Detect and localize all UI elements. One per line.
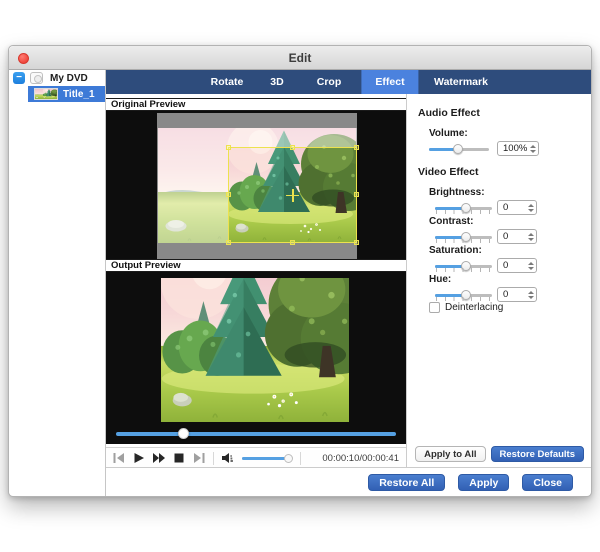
video-effect-heading: Video Effect xyxy=(418,166,479,178)
time-display: 00:00:10/00:00:41 xyxy=(322,452,399,464)
crop-handle-se[interactable] xyxy=(354,240,359,245)
deinterlacing-label: Deinterlacing xyxy=(445,302,504,313)
restore-defaults-button[interactable]: Restore Defaults xyxy=(490,446,584,462)
original-preview-area xyxy=(106,111,406,259)
transport-divider xyxy=(213,451,214,465)
stop-icon[interactable] xyxy=(173,453,185,463)
transport-divider xyxy=(300,451,301,465)
tab-3d[interactable]: 3D xyxy=(256,70,297,94)
volume-slider-thumb[interactable] xyxy=(453,144,463,154)
dvd-disc-icon xyxy=(30,72,43,84)
next-frame-icon[interactable] xyxy=(193,453,205,463)
brightness-label: Brightness: xyxy=(429,187,485,198)
previous-frame-icon[interactable] xyxy=(113,453,125,463)
dialog-button-bar: Restore All Apply Close xyxy=(106,467,591,496)
restore-all-button[interactable]: Restore All xyxy=(368,473,446,491)
contrast-slider-thumb[interactable] xyxy=(460,232,471,242)
deinterlacing-checkbox[interactable] xyxy=(429,302,440,313)
playback-volume-thumb[interactable] xyxy=(284,453,293,463)
hue-slider-thumb[interactable] xyxy=(460,290,471,300)
tree-root-label: My DVD xyxy=(50,73,88,84)
output-preview-title: Output Preview xyxy=(106,259,406,272)
edit-tab-bar: Rotate 3D Crop Effect Watermark xyxy=(106,70,591,94)
saturation-value: 0 xyxy=(503,260,509,271)
close-button[interactable]: Close xyxy=(522,473,573,491)
contrast-label: Contrast: xyxy=(429,216,474,227)
brightness-stepper[interactable]: 0 xyxy=(497,200,537,215)
play-icon[interactable] xyxy=(133,453,145,463)
fast-forward-icon[interactable] xyxy=(153,453,165,463)
crop-handle-n[interactable] xyxy=(289,145,295,150)
stepper-arrows-icon[interactable] xyxy=(525,201,536,214)
stepper-arrows-icon[interactable] xyxy=(525,288,536,301)
contrast-control: 0 xyxy=(435,229,587,245)
crop-selection-box[interactable] xyxy=(226,145,359,245)
stepper-arrows-icon[interactable] xyxy=(525,259,536,272)
hue-label: Hue: xyxy=(429,274,452,285)
tab-crop[interactable]: Crop xyxy=(303,70,356,94)
stepper-arrows-icon[interactable] xyxy=(525,230,536,243)
tree-root-row[interactable]: − My DVD xyxy=(9,71,105,86)
tab-watermark[interactable]: Watermark xyxy=(420,70,502,94)
hue-stepper[interactable]: 0 xyxy=(497,287,537,302)
preview-column: Original Preview Output Preview 00:00:10… xyxy=(106,94,406,468)
crop-mask-left xyxy=(158,128,228,243)
seek-bar[interactable] xyxy=(116,428,396,439)
saturation-slider[interactable] xyxy=(435,258,492,274)
playback-volume-slider[interactable] xyxy=(242,453,293,463)
seek-thumb[interactable] xyxy=(177,428,189,439)
window-title: Edit xyxy=(288,51,312,65)
edit-window: Edit − My DVD Title_1 Rotate 3D Crop Eff… xyxy=(8,45,592,497)
volume-stepper[interactable]: 100% xyxy=(497,141,539,156)
output-preview-area xyxy=(106,272,406,444)
tab-rotate[interactable]: Rotate xyxy=(197,70,258,94)
deinterlacing-row: Deinterlacing xyxy=(429,302,503,313)
saturation-control: 0 xyxy=(435,258,587,274)
seek-track[interactable] xyxy=(116,432,396,436)
stepper-arrows-icon[interactable] xyxy=(527,142,538,155)
hue-control: 0 xyxy=(435,287,587,303)
crop-handle-e[interactable] xyxy=(354,192,359,197)
title-bar: Edit xyxy=(9,46,591,70)
saturation-label: Saturation: xyxy=(429,245,482,256)
brightness-control: 0 xyxy=(435,200,587,216)
contrast-slider[interactable] xyxy=(435,229,492,245)
hue-slider[interactable] xyxy=(435,287,492,303)
original-preview-title: Original Preview xyxy=(106,98,406,111)
crop-handle-s[interactable] xyxy=(289,240,295,245)
transport-bar: 00:00:10/00:00:41 xyxy=(106,447,406,468)
output-video-frame xyxy=(161,278,349,422)
contrast-value: 0 xyxy=(503,231,509,242)
crop-handle-w[interactable] xyxy=(226,192,231,197)
brightness-value: 0 xyxy=(503,202,509,213)
title-thumbnail xyxy=(34,88,58,100)
contrast-stepper[interactable]: 0 xyxy=(497,229,537,244)
volume-slider[interactable] xyxy=(429,141,489,157)
crop-handle-sw[interactable] xyxy=(226,240,231,245)
crop-handle-nw[interactable] xyxy=(226,145,231,150)
saturation-stepper[interactable]: 0 xyxy=(497,258,537,273)
crop-handle-ne[interactable] xyxy=(354,145,359,150)
dvd-tree-sidebar: − My DVD Title_1 xyxy=(9,70,106,496)
brightness-slider[interactable] xyxy=(435,200,492,216)
volume-value: 100% xyxy=(503,143,528,154)
speaker-icon[interactable] xyxy=(222,453,234,463)
screen: Edit − My DVD Title_1 Rotate 3D Crop Eff… xyxy=(0,0,600,552)
tree-item-label: Title_1 xyxy=(63,88,95,100)
brightness-slider-thumb[interactable] xyxy=(460,203,471,213)
collapse-icon[interactable]: − xyxy=(13,72,25,84)
effect-settings-panel: Audio Effect Volume: 100% Video Effect B… xyxy=(406,94,591,468)
saturation-slider-thumb[interactable] xyxy=(460,261,471,271)
apply-button[interactable]: Apply xyxy=(458,473,510,491)
tab-effect[interactable]: Effect xyxy=(361,70,419,94)
tree-item-title1[interactable]: Title_1 xyxy=(28,86,105,102)
crop-center-crosshair-icon xyxy=(286,188,299,202)
audio-effect-heading: Audio Effect xyxy=(418,107,480,119)
volume-label: Volume: xyxy=(429,128,468,139)
apply-to-all-button[interactable]: Apply to All xyxy=(415,446,486,462)
hue-value: 0 xyxy=(503,289,509,300)
